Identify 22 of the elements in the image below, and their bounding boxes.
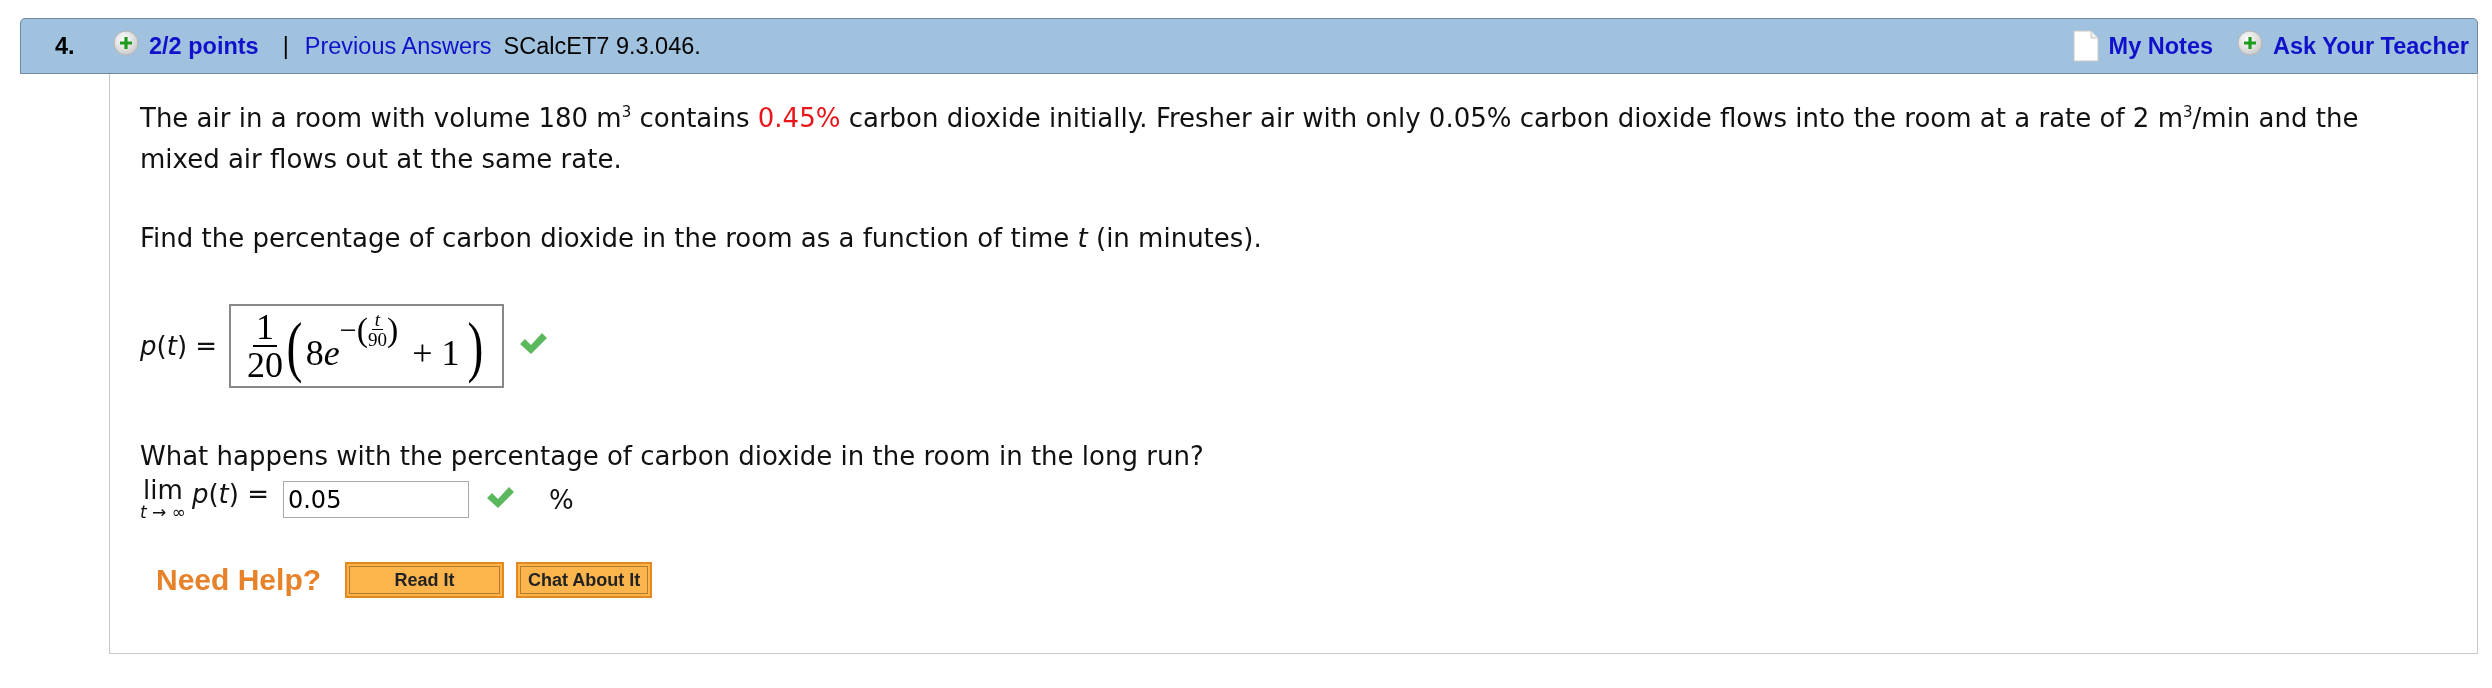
limit-operator: lim bbox=[143, 477, 183, 505]
ask-your-teacher-link[interactable]: Ask Your Teacher bbox=[2273, 32, 2469, 60]
question-number: 4. bbox=[55, 32, 76, 60]
answer-field[interactable]: 0.05 bbox=[282, 481, 469, 519]
limit-subscript: t → ∞ bbox=[140, 504, 186, 523]
previous-answers-link[interactable]: Previous Answers bbox=[304, 32, 492, 60]
separator: | bbox=[282, 32, 289, 60]
plus-icon bbox=[2237, 30, 2264, 56]
problem-statement: The air in a room with volume 180 m$^{3}$ contains 0.45% carbon dioxide initially. Fresher air with only 0.05% carbon dioxide flows into the room at a rate of 2 m$^{3}$/min and the mixed air flows out at the same rate. bbox=[140, 102, 2360, 176]
answer-label: p(t) = bbox=[140, 331, 218, 361]
points-link[interactable]: 2/2 points bbox=[149, 32, 259, 60]
chat-about-it-button[interactable]: Chat About It bbox=[516, 562, 653, 599]
question-prompt: Find the percentage of carbon dioxide in the room as a function of time t (in minutes). bbox=[140, 222, 1263, 255]
question-prompt: What happens with the percentage of carbon dioxide in the room in the long run? bbox=[140, 440, 1205, 473]
read-it-button[interactable]: Read It bbox=[345, 562, 505, 599]
answer-label: p(t) = bbox=[191, 478, 269, 509]
document-icon bbox=[2072, 30, 2099, 62]
my-notes-link[interactable]: My Notes bbox=[2108, 32, 2214, 60]
problem-source: SCalcET7 9.3.046. bbox=[503, 32, 701, 60]
plus-icon bbox=[113, 30, 139, 56]
need-help-label: Need Help? bbox=[156, 563, 322, 598]
unit-label: % bbox=[548, 484, 574, 515]
